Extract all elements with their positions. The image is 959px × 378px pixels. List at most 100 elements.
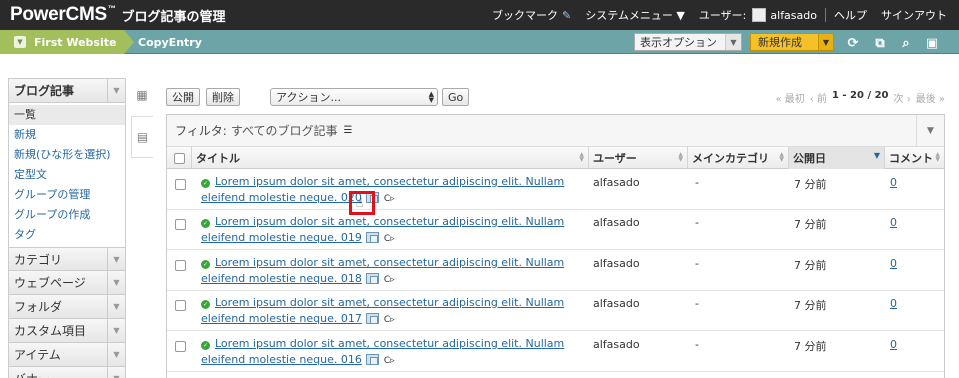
column-title[interactable]: タイトル ▲ ▼ [192, 147, 589, 169]
sidebar-item-boilerplate[interactable]: 定型文 [9, 165, 125, 185]
sidebar-item-new[interactable]: 新規 [9, 125, 125, 145]
sidebar-section-folders[interactable]: フォルダ ▼ [9, 295, 125, 319]
comment-count-link[interactable]: 0 [890, 215, 897, 231]
chevron-down-icon: ▼ [107, 79, 125, 102]
column-user[interactable]: ユーザー ▲ ▼ [589, 147, 688, 169]
row-checkbox[interactable] [175, 219, 186, 230]
copy-entry-icon[interactable] [365, 354, 379, 365]
sidebar-section-webpages[interactable]: ウェブページ ▼ [9, 271, 125, 295]
published-status-icon: ✓ [201, 260, 210, 269]
chevron-down-icon: ▼ [107, 295, 125, 318]
entry-title-link[interactable]: Lorem ipsum dolor sit amet, consectetur … [215, 256, 564, 269]
title-cell: ✓ Lorem ipsum dolor sit amet, consectetur… [201, 336, 581, 368]
copy-entry-icon[interactable] [365, 273, 379, 284]
site-switcher[interactable]: ▼ First Website [0, 30, 134, 54]
filter-value[interactable]: すべてのブログ記事 [231, 122, 338, 139]
table-row: ✓ Lorem ipsum dolor sit amet, consectetur… [167, 251, 944, 291]
publish-button[interactable]: 公開 [166, 88, 200, 106]
entry-title-link[interactable]: eleifend molestie neque. 017 [201, 312, 362, 325]
chevron-down-icon: ▼ [725, 34, 741, 50]
refresh-icon[interactable]: ⟳ [846, 36, 860, 51]
new-entry-label: 新規作成 [758, 36, 802, 49]
category-cell: - [695, 257, 699, 270]
bookmark-label: ブックマーク [492, 9, 559, 22]
powercms-logo[interactable]: PowerCMS™ [0, 4, 116, 26]
table-row: ✓ Lorem ipsum dolor sit amet, consectetur… [167, 170, 944, 210]
sidebar-section-categories[interactable]: カテゴリ ▼ [9, 247, 125, 271]
user-label-text: ユーザー: [698, 9, 747, 22]
category-cell: - [695, 216, 699, 229]
trash-icon[interactable]: ▣ [925, 36, 939, 51]
document-icon[interactable]: ▤ [131, 116, 153, 158]
section-label: カテゴリ [14, 252, 63, 267]
column-published-date[interactable]: 公開日 ▼ [789, 147, 885, 169]
sidebar-item-new-from-template[interactable]: 新規(ひな形を選択) [9, 145, 125, 165]
action-bar: 公開 削除 アクション... ▲ ▼ Go [166, 88, 475, 106]
select-all-checkbox[interactable] [174, 152, 185, 164]
action-select[interactable]: アクション... ▲ ▼ [270, 88, 438, 106]
search-icon[interactable]: ⌕ [899, 36, 913, 51]
row-checkbox[interactable] [175, 179, 186, 190]
published-status-icon: ✓ [201, 179, 210, 188]
chevron-down-icon[interactable]: ▼ [916, 115, 944, 146]
bookmark-icon: ✎ [562, 8, 572, 22]
copy-entry-icon[interactable] [365, 313, 379, 324]
comment-count-link[interactable]: 0 [890, 175, 897, 191]
site-name: First Website [34, 35, 117, 49]
column-comments[interactable]: コメント ▲ ▼ [885, 147, 944, 169]
entry-title-link[interactable]: Lorem ipsum dolor sit amet, consectetur … [215, 175, 564, 188]
breadcrumb-current: CopyEntry [138, 35, 202, 49]
row-checkbox[interactable] [175, 260, 186, 271]
column-label: 公開日 [793, 152, 826, 165]
list-icon[interactable]: ☰ [344, 125, 353, 136]
entry-title-link[interactable]: eleifend molestie neque. 016 [201, 353, 362, 366]
preview-icon[interactable]: C▹ [384, 194, 395, 204]
copy-entry-icon[interactable] [365, 232, 379, 243]
sidebar-item-tags[interactable]: タグ [9, 225, 125, 245]
column-main-category[interactable]: メインカテゴリ ▲ ▼ [688, 147, 789, 169]
external-link-icon[interactable]: ⧉ [873, 36, 887, 51]
entry-title-link[interactable]: Lorem ipsum dolor sit amet, consectetur … [215, 215, 564, 228]
category-cell: - [695, 176, 699, 189]
row-checkbox[interactable] [175, 300, 186, 311]
entry-title-link[interactable]: Lorem ipsum dolor sit amet, consectetur … [215, 337, 564, 350]
preview-icon[interactable]: C▹ [384, 356, 395, 366]
new-entry-button[interactable]: 新規作成 ▼ [750, 33, 834, 51]
entry-title-link[interactable]: eleifend molestie neque. 019 [201, 231, 362, 244]
entry-title-link[interactable]: Lorem ipsum dolor sit amet, consectetur … [215, 296, 564, 309]
help-link[interactable]: ヘルプ [834, 7, 867, 23]
hand-cursor-icon: ☝ [356, 196, 364, 210]
comment-count-link[interactable]: 0 [890, 296, 897, 312]
sidebar-item-manage-groups[interactable]: グループの管理 [9, 185, 125, 205]
column-label: タイトル [196, 152, 240, 165]
comment-count-link[interactable]: 0 [890, 256, 897, 272]
sidebar-item-create-group[interactable]: グループの作成 [9, 205, 125, 225]
preview-icon[interactable]: C▹ [384, 234, 395, 244]
sidebar-section-blog-entries[interactable]: ブログ記事 ▼ [9, 79, 125, 103]
row-checkbox[interactable] [175, 341, 186, 352]
signout-link[interactable]: サインアウト [881, 7, 947, 23]
chevron-down-icon: ▼ [14, 36, 26, 48]
go-button[interactable]: Go [442, 88, 470, 106]
signout-label: サインアウト [881, 9, 947, 22]
sidebar-section-custom-fields[interactable]: カスタム項目 ▼ [9, 319, 125, 343]
preview-icon[interactable]: C▹ [384, 275, 395, 285]
comment-count-link[interactable]: 0 [890, 337, 897, 353]
table-row: ✓ Lorem ipsum dolor sit amet, consectetur… [167, 291, 944, 331]
entry-title-link[interactable]: eleifend molestie neque. 020 [201, 191, 362, 204]
sort-icon: ▲ ▼ [779, 151, 784, 163]
display-options-button[interactable]: 表示オプション ▼ [634, 33, 742, 51]
username-link[interactable]: alfasado [770, 9, 817, 22]
row-checkbox-cell [175, 179, 186, 190]
system-menu[interactable]: システムメニュー ▼ [585, 7, 685, 23]
delete-button[interactable]: 削除 [206, 88, 240, 106]
entry-title-link[interactable]: eleifend molestie neque. 018 [201, 272, 362, 285]
grid-view-icon[interactable]: ▦ [131, 74, 153, 116]
preview-icon[interactable]: C▹ [384, 315, 395, 325]
bookmark-menu[interactable]: ブックマーク ✎ [492, 7, 571, 23]
filter-label: フィルタ: [175, 124, 227, 138]
avatar[interactable] [752, 8, 767, 22]
sidebar-section-items[interactable]: アイテム ▼ [9, 343, 125, 367]
sidebar-section-banners[interactable]: バナー ▼ [9, 367, 125, 378]
sidebar-item-list[interactable]: 一覧 [9, 105, 125, 125]
